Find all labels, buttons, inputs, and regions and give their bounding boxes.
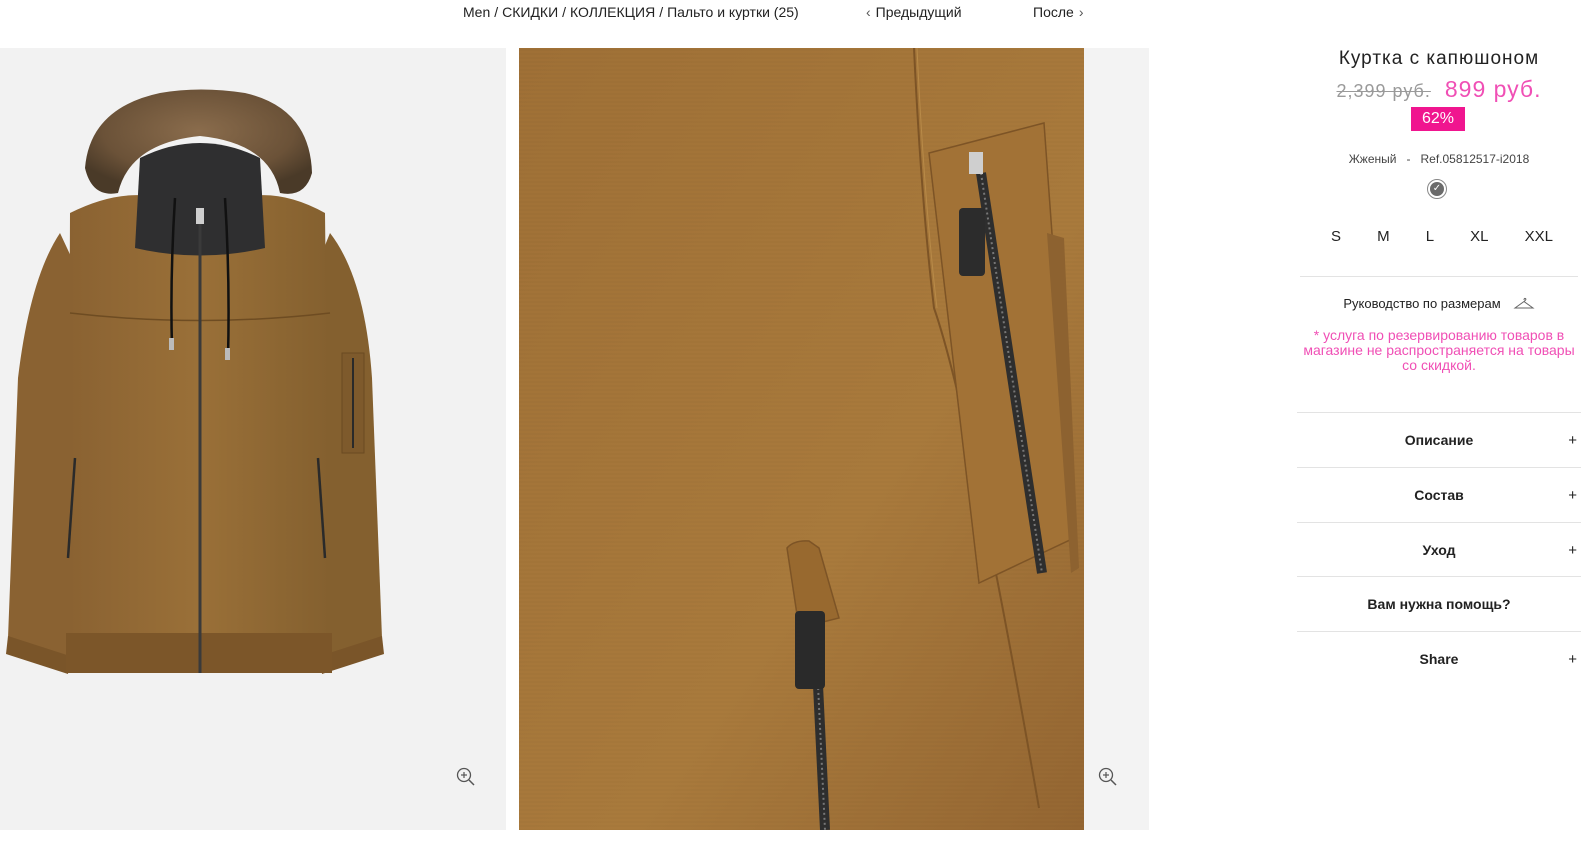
meta-separator: - <box>1406 152 1411 166</box>
size-option-m[interactable]: M <box>1373 228 1394 245</box>
reference-number: Ref.05812517-i2018 <box>1420 152 1530 166</box>
accordion-label: Состав <box>1414 487 1464 503</box>
next-product-link[interactable]: После › <box>1033 4 1083 20</box>
breadcrumb: Men / СКИДКИ / КОЛЛЕКЦИЯ / Пальто и куртки (25… <box>463 4 799 20</box>
accordion-label: Уход <box>1422 542 1456 558</box>
sale-price: 899 руб. <box>1444 76 1542 102</box>
breadcrumb-sale[interactable]: СКИДКИ <box>502 4 558 20</box>
plus-icon: + <box>1568 650 1577 668</box>
previous-product-link[interactable]: ‹ Предыдущий <box>866 4 962 20</box>
accordion-description[interactable]: Описание + <box>1297 413 1581 467</box>
reservation-notice: * услуга по резервированию товаров в маг… <box>1303 327 1575 373</box>
chevron-right-icon: › <box>1078 4 1084 20</box>
jacket-front-illustration <box>6 89 384 674</box>
breadcrumb-category[interactable]: Пальто и куртки (25) <box>667 4 799 20</box>
accordion-composition[interactable]: Состав + <box>1297 468 1581 522</box>
zoom-in-icon[interactable] <box>455 766 477 788</box>
zoom-in-icon[interactable] <box>1097 766 1119 788</box>
help-link[interactable]: Вам нужна помощь? <box>1297 577 1581 631</box>
color-name: Жженый <box>1348 152 1397 166</box>
breadcrumb-separator: / <box>494 4 499 20</box>
top-bar: Men / СКИДКИ / КОЛЛЕКЦИЯ / Пальто и куртки (25… <box>0 0 1581 28</box>
product-title: Куртка с капюшоном <box>1338 48 1540 69</box>
plus-icon: + <box>1568 486 1577 504</box>
breadcrumb-collection[interactable]: КОЛЛЕКЦИЯ <box>570 4 655 20</box>
accordion-care[interactable]: Уход + <box>1297 523 1581 577</box>
check-icon: ✓ <box>1430 182 1444 196</box>
help-label: Вам нужна помощь? <box>1367 596 1511 612</box>
divider <box>1300 276 1578 277</box>
accordion-label: Описание <box>1404 432 1474 448</box>
chevron-left-icon: ‹ <box>866 4 871 20</box>
breadcrumb-separator: / <box>659 4 664 20</box>
old-price: 2,399 руб. <box>1336 81 1431 101</box>
accordion-label: Share <box>1419 651 1459 667</box>
breadcrumb-men[interactable]: Men <box>463 4 490 20</box>
plus-icon: + <box>1568 541 1577 559</box>
size-option-s[interactable]: S <box>1327 228 1345 245</box>
size-guide-label: Руководство по размерам <box>1343 296 1501 311</box>
product-image-detail[interactable] <box>519 48 1149 830</box>
accordion-share[interactable]: Share + <box>1297 632 1581 686</box>
size-option-xl[interactable]: XL <box>1466 228 1492 245</box>
product-image-front[interactable] <box>0 48 506 830</box>
size-guide-link[interactable]: Руководство по размерам <box>1297 296 1581 311</box>
hanger-icon <box>1513 297 1535 308</box>
jacket-detail-illustration <box>519 48 1149 830</box>
size-option-l[interactable]: L <box>1422 228 1438 245</box>
size-selector: S M L XL XXL <box>1327 228 1557 245</box>
plus-icon: + <box>1568 431 1577 449</box>
color-swatch[interactable]: ✓ <box>1427 179 1447 199</box>
discount-badge: 62% <box>1411 107 1465 131</box>
next-label: После <box>1033 4 1074 20</box>
product-meta: Жженый - Ref.05812517-i2018 <box>1297 152 1581 166</box>
price-block: 2,399 руб. 899 руб. <box>1297 76 1581 103</box>
size-option-xxl[interactable]: XXL <box>1521 228 1557 245</box>
previous-label: Предыдущий <box>875 4 962 20</box>
breadcrumb-separator: / <box>562 4 567 20</box>
